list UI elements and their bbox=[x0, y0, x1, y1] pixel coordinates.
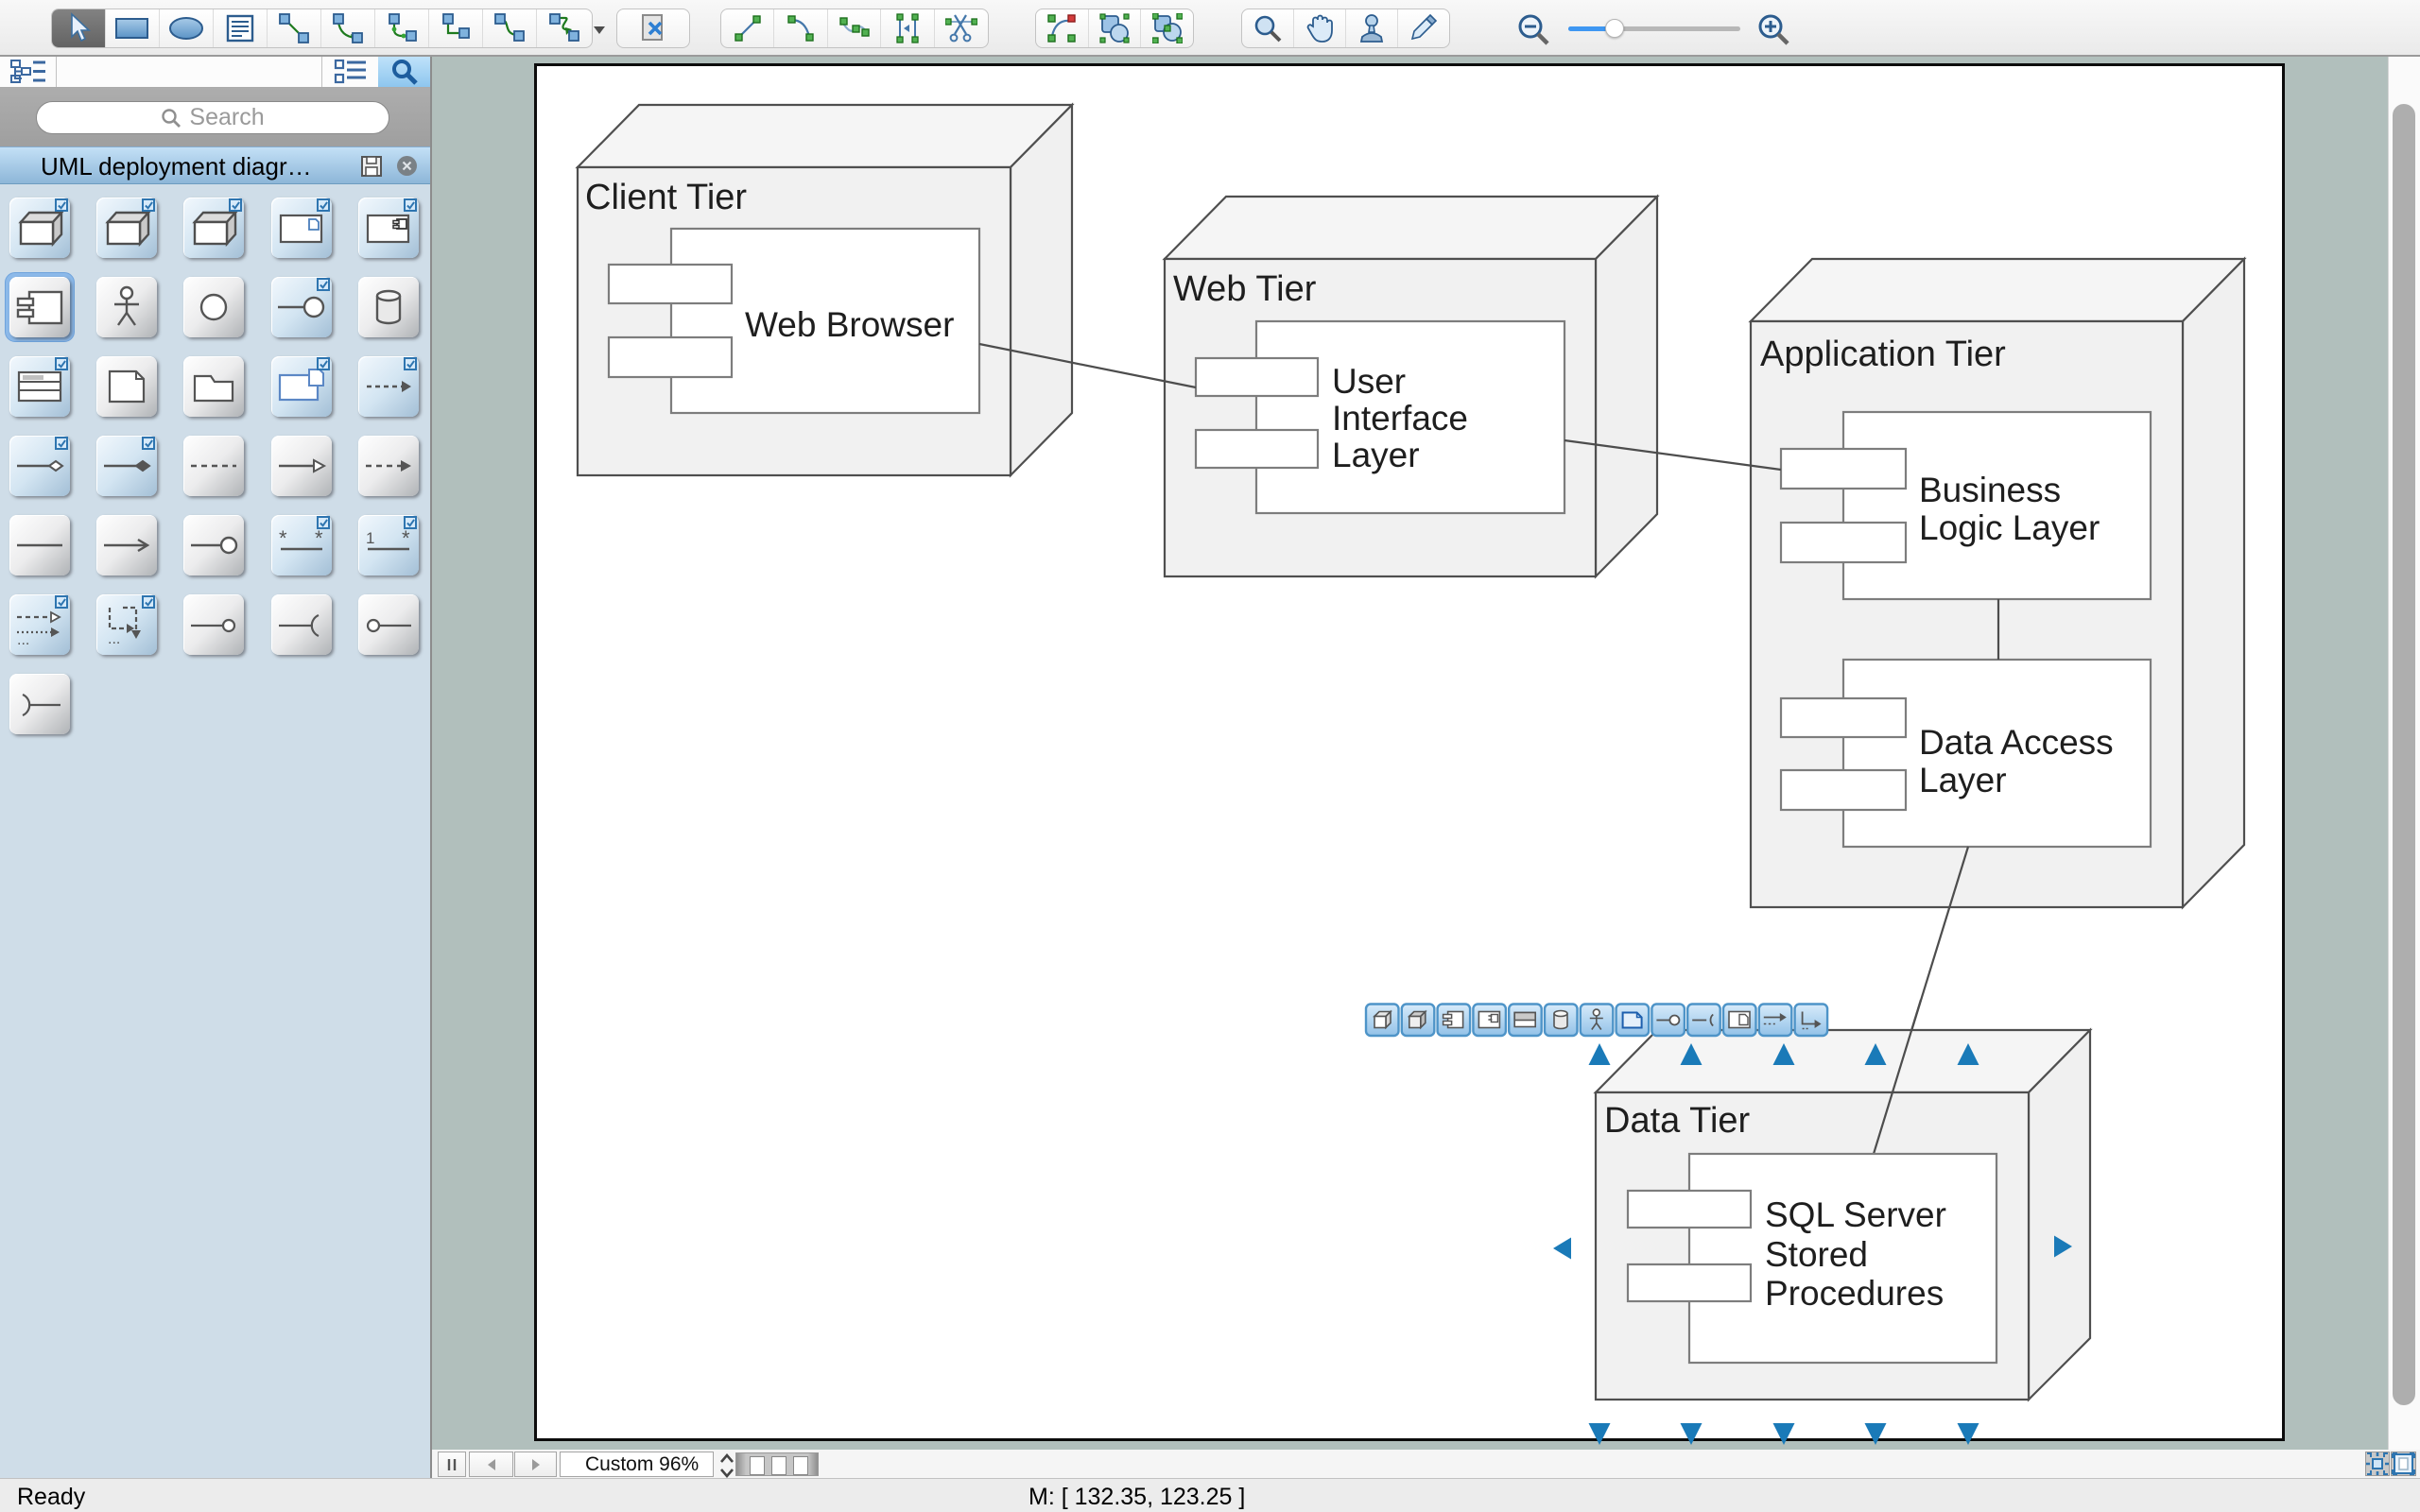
svg-text:Layer: Layer bbox=[1919, 761, 2007, 799]
svg-text:Application Tier: Application Tier bbox=[1760, 335, 2006, 374]
svg-text:Data Tier: Data Tier bbox=[1604, 1101, 1751, 1141]
svg-text:Client Tier: Client Tier bbox=[585, 178, 747, 217]
svg-text:Stored: Stored bbox=[1765, 1235, 1868, 1274]
svg-text:Business: Business bbox=[1919, 471, 2061, 509]
svg-text:Layer: Layer bbox=[1332, 436, 1420, 474]
svg-text:Data Access: Data Access bbox=[1919, 723, 2114, 762]
svg-text:Web Tier: Web Tier bbox=[1173, 269, 1317, 309]
svg-text:Logic Layer: Logic Layer bbox=[1919, 508, 2100, 547]
svg-text:Interface: Interface bbox=[1332, 399, 1468, 438]
svg-text:Web Browser: Web Browser bbox=[745, 305, 954, 344]
svg-text:Procedures: Procedures bbox=[1765, 1274, 1944, 1313]
svg-text:SQL Server: SQL Server bbox=[1765, 1195, 1946, 1234]
svg-text:User: User bbox=[1332, 362, 1406, 401]
